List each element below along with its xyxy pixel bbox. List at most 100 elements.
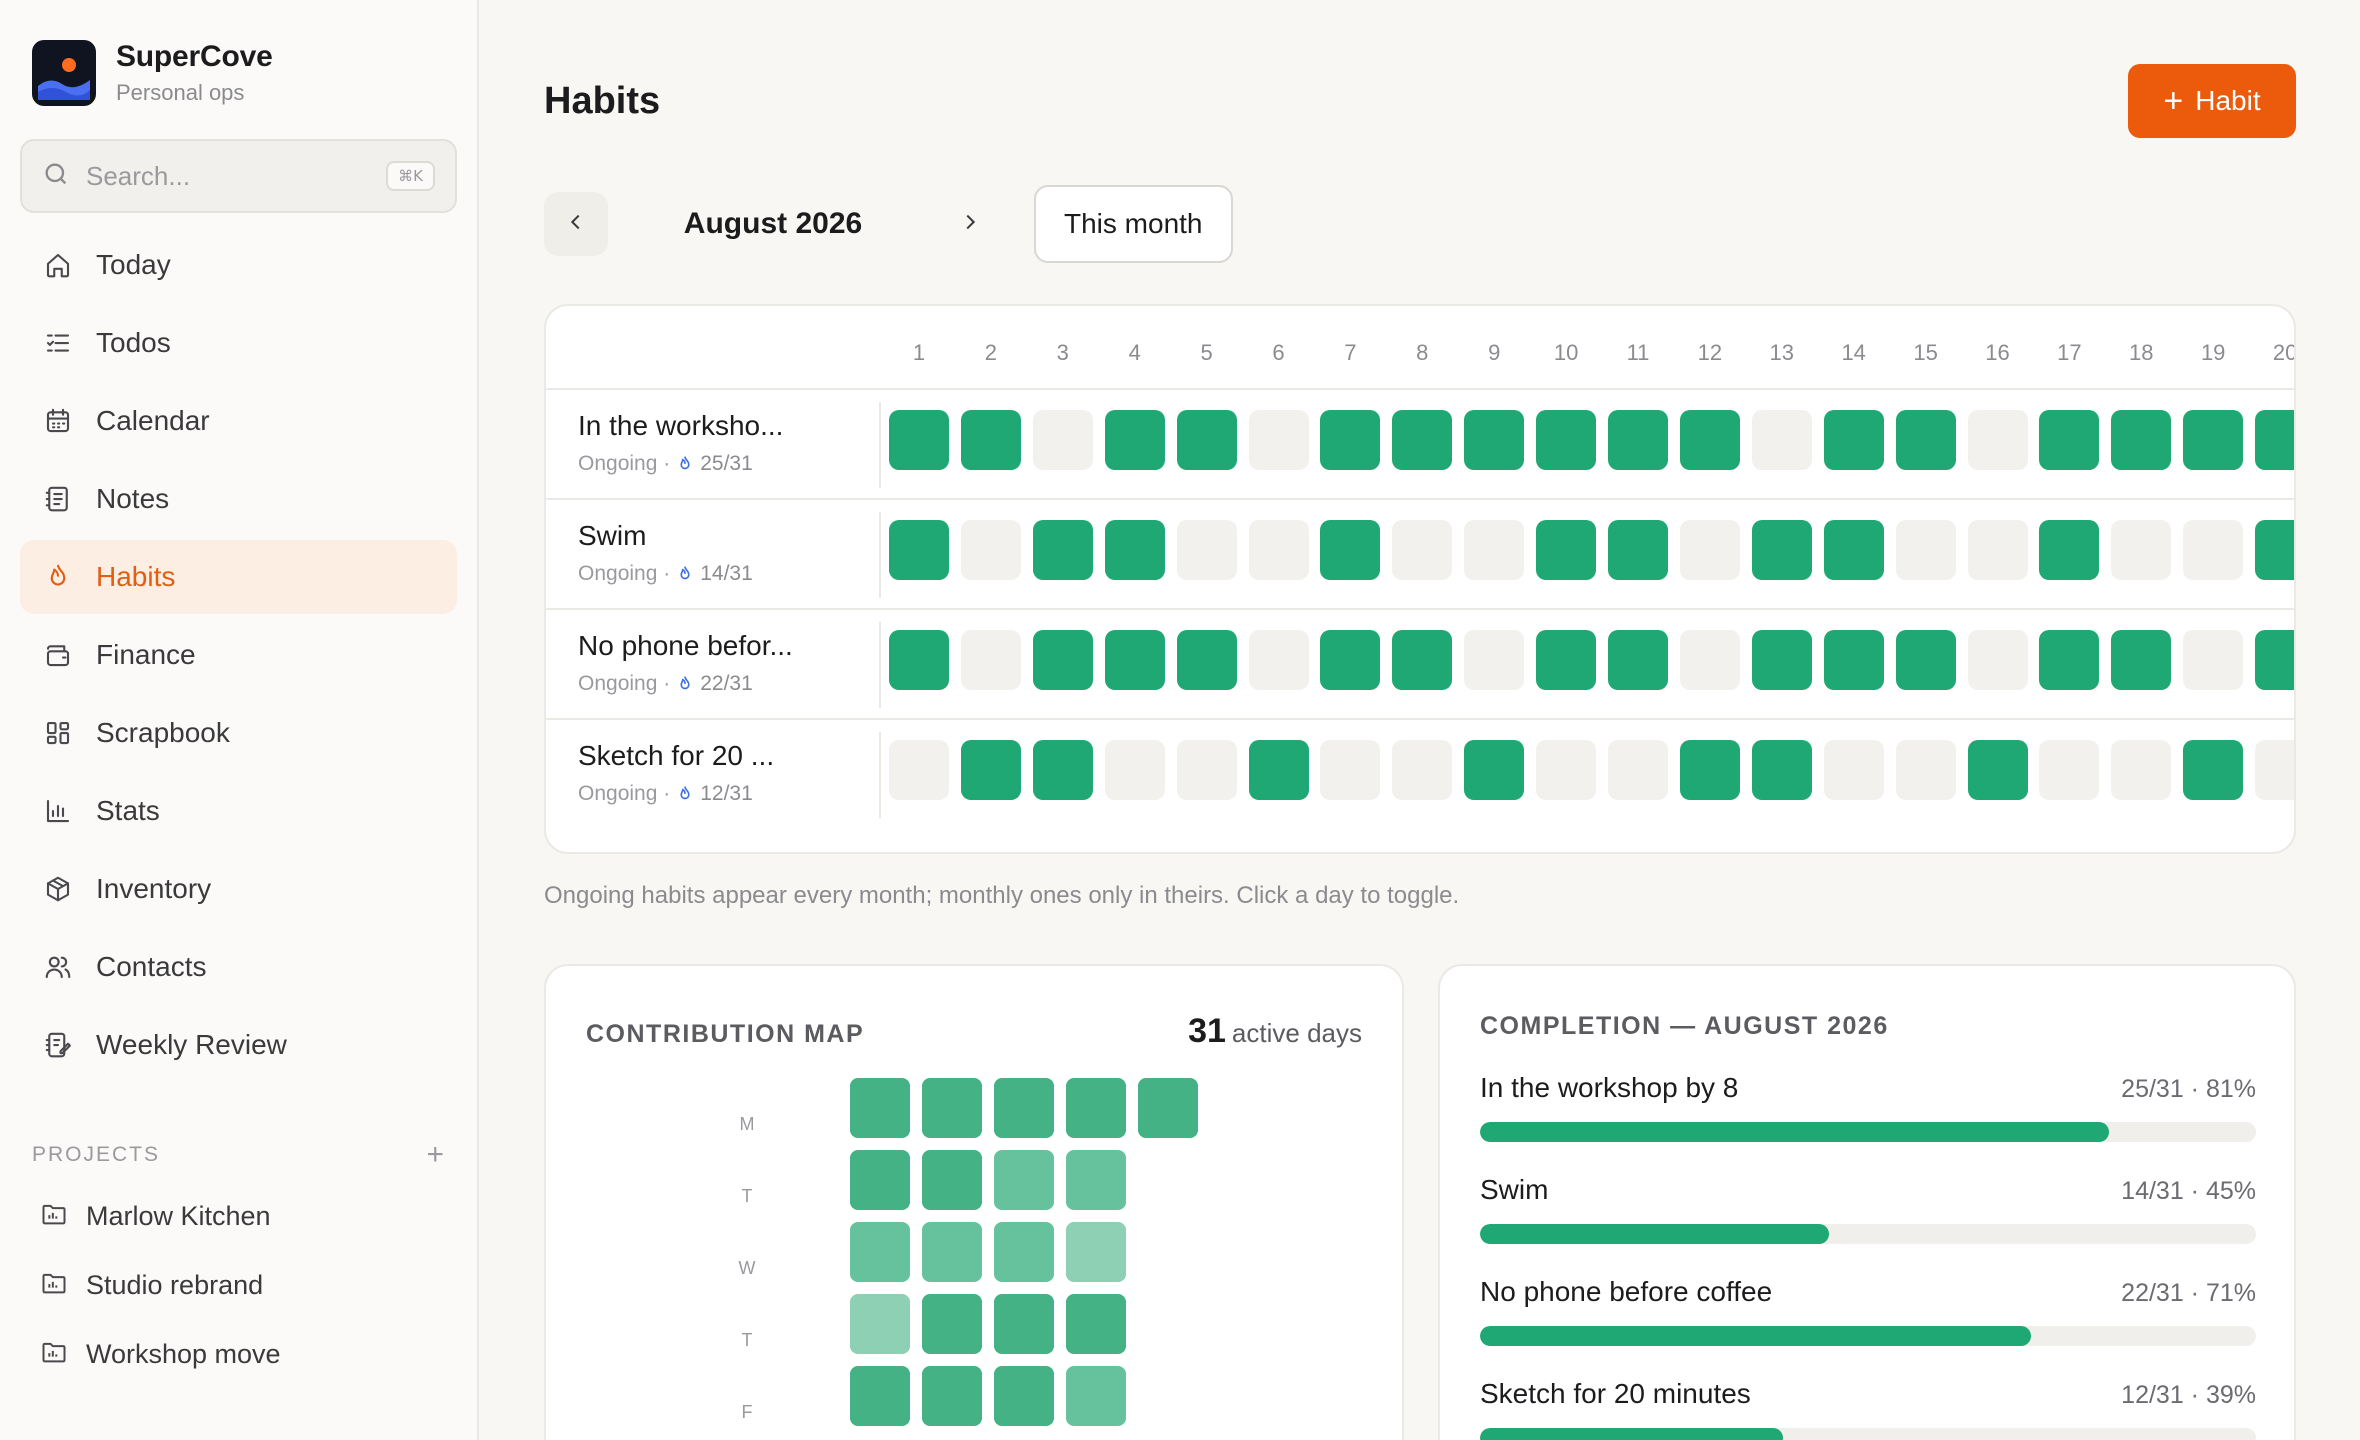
- day-cell[interactable]: [1464, 740, 1525, 800]
- day-cell[interactable]: [1679, 410, 1740, 470]
- day-cell[interactable]: [1176, 630, 1237, 690]
- day-cell[interactable]: [1608, 740, 1668, 800]
- contribution-cell[interactable]: [1066, 1078, 1126, 1138]
- day-cell[interactable]: [1320, 520, 1381, 580]
- contribution-cell[interactable]: [1066, 1222, 1126, 1282]
- day-cell[interactable]: [2255, 630, 2294, 690]
- day-cell[interactable]: [1320, 630, 1381, 690]
- contribution-cell[interactable]: [994, 1078, 1054, 1138]
- day-cell[interactable]: [1536, 740, 1597, 800]
- day-cell[interactable]: [1176, 740, 1237, 800]
- day-cell[interactable]: [2255, 520, 2294, 580]
- day-cell[interactable]: [2039, 410, 2100, 470]
- day-cell[interactable]: [960, 630, 1021, 690]
- search-box[interactable]: ⌘K: [20, 139, 457, 213]
- day-cell[interactable]: [1104, 410, 1165, 470]
- day-cell[interactable]: [1967, 630, 2028, 690]
- day-cell[interactable]: [1320, 740, 1381, 800]
- day-cell[interactable]: [2255, 410, 2294, 470]
- contribution-cell[interactable]: [922, 1294, 982, 1354]
- day-cell[interactable]: [2039, 630, 2100, 690]
- project-item-workshop-move[interactable]: Workshop move: [20, 1320, 457, 1389]
- contribution-cell[interactable]: [922, 1366, 982, 1426]
- day-cell[interactable]: [1536, 630, 1597, 690]
- sidebar-item-calendar[interactable]: Calendar: [20, 384, 457, 458]
- search-input[interactable]: [86, 160, 366, 192]
- contribution-cell[interactable]: [994, 1222, 1054, 1282]
- day-cell[interactable]: [1751, 410, 1812, 470]
- day-cell[interactable]: [1967, 520, 2028, 580]
- day-cell[interactable]: [1392, 740, 1453, 800]
- this-month-button[interactable]: This month: [1034, 185, 1233, 263]
- day-cell[interactable]: [1751, 630, 1812, 690]
- day-cell[interactable]: [1032, 630, 1093, 690]
- contribution-cell[interactable]: [922, 1222, 982, 1282]
- sidebar-item-today[interactable]: Today: [20, 228, 457, 302]
- day-cell[interactable]: [960, 740, 1021, 800]
- day-cell[interactable]: [1392, 520, 1453, 580]
- brand[interactable]: SuperCove Personal ops: [32, 40, 273, 106]
- habit-info[interactable]: In the worksho... Ongoing · 25/31: [578, 410, 783, 476]
- project-item-marlow-kitchen[interactable]: Marlow Kitchen: [20, 1182, 457, 1251]
- day-cell[interactable]: [1464, 630, 1525, 690]
- contribution-cell[interactable]: [1138, 1078, 1198, 1138]
- sidebar-item-scrapbook[interactable]: Scrapbook: [20, 696, 457, 770]
- day-cell[interactable]: [1679, 520, 1740, 580]
- sidebar-item-notes[interactable]: Notes: [20, 462, 457, 536]
- contribution-cell[interactable]: [850, 1222, 910, 1282]
- day-cell[interactable]: [1895, 410, 1956, 470]
- sidebar-item-finance[interactable]: Finance: [20, 618, 457, 692]
- day-cell[interactable]: [1751, 520, 1812, 580]
- day-cell[interactable]: [2111, 520, 2172, 580]
- day-cell[interactable]: [2183, 630, 2244, 690]
- project-item-studio-rebrand[interactable]: Studio rebrand: [20, 1251, 457, 1320]
- contribution-cell[interactable]: [1066, 1294, 1126, 1354]
- add-project-icon[interactable]: +: [426, 1140, 444, 1170]
- day-cell[interactable]: [1464, 520, 1525, 580]
- day-cell[interactable]: [1032, 520, 1093, 580]
- day-cell[interactable]: [889, 740, 949, 800]
- day-cell[interactable]: [1104, 520, 1165, 580]
- contribution-cell[interactable]: [994, 1366, 1054, 1426]
- day-cell[interactable]: [1608, 410, 1668, 470]
- day-cell[interactable]: [960, 520, 1021, 580]
- day-cell[interactable]: [1895, 630, 1956, 690]
- day-cell[interactable]: [1823, 410, 1884, 470]
- contribution-cell[interactable]: [850, 1366, 910, 1426]
- sidebar-item-weekly-review[interactable]: Weekly Review: [20, 1008, 457, 1082]
- day-cell[interactable]: [1679, 740, 1740, 800]
- habit-info[interactable]: No phone befor... Ongoing · 22/31: [578, 630, 793, 696]
- sidebar-item-stats[interactable]: Stats: [20, 774, 457, 848]
- add-habit-button[interactable]: + Habit: [2128, 64, 2296, 138]
- day-cell[interactable]: [1823, 630, 1884, 690]
- day-cell[interactable]: [1464, 410, 1525, 470]
- day-cell[interactable]: [1751, 740, 1812, 800]
- day-cell[interactable]: [1967, 410, 2028, 470]
- sidebar-item-habits[interactable]: Habits: [20, 540, 457, 614]
- day-cell[interactable]: [1104, 740, 1165, 800]
- contribution-cell[interactable]: [850, 1078, 910, 1138]
- contribution-cell[interactable]: [1066, 1150, 1126, 1210]
- day-cell[interactable]: [2111, 630, 2172, 690]
- contribution-cell[interactable]: [922, 1150, 982, 1210]
- day-cell[interactable]: [1176, 520, 1237, 580]
- day-cell[interactable]: [1967, 740, 2028, 800]
- day-cell[interactable]: [1608, 630, 1668, 690]
- habit-info[interactable]: Swim Ongoing · 14/31: [578, 520, 753, 586]
- day-cell[interactable]: [1895, 740, 1956, 800]
- contribution-cell[interactable]: [850, 1294, 910, 1354]
- sidebar-item-inventory[interactable]: Inventory: [20, 852, 457, 926]
- day-cell[interactable]: [960, 410, 1021, 470]
- day-cell[interactable]: [1248, 740, 1309, 800]
- day-cell[interactable]: [1536, 520, 1597, 580]
- day-cell[interactable]: [1104, 630, 1165, 690]
- prev-month-button[interactable]: [544, 192, 608, 256]
- day-cell[interactable]: [1032, 740, 1093, 800]
- day-cell[interactable]: [2183, 740, 2244, 800]
- day-cell[interactable]: [1608, 520, 1668, 580]
- day-cell[interactable]: [2111, 740, 2172, 800]
- contribution-cell[interactable]: [994, 1294, 1054, 1354]
- contribution-cell[interactable]: [1066, 1366, 1126, 1426]
- day-cell[interactable]: [1536, 410, 1597, 470]
- day-cell[interactable]: [1320, 410, 1381, 470]
